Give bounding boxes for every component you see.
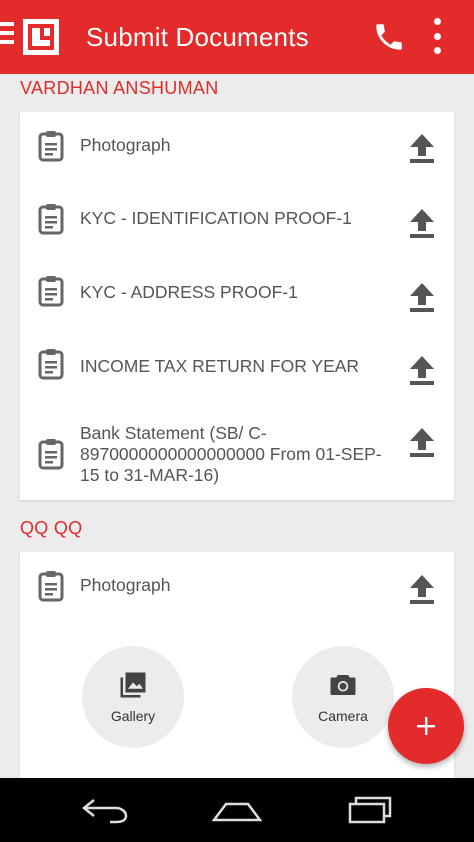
plus-icon bbox=[417, 717, 435, 735]
recents-icon[interactable] bbox=[344, 794, 394, 826]
document-label: INCOME TAX RETURN FOR YEAR bbox=[80, 356, 360, 376]
clipboard-icon bbox=[38, 204, 64, 235]
document-label: Bank Statement (SB/ C-897000000000000000… bbox=[80, 423, 382, 485]
clipboard-icon bbox=[38, 571, 64, 602]
upload-icon[interactable] bbox=[404, 571, 440, 607]
document-row[interactable]: KYC - ADDRESS PROOF-1 bbox=[20, 260, 454, 328]
upload-icon[interactable] bbox=[404, 205, 440, 241]
camera-icon bbox=[330, 675, 356, 695]
section-title-applicant-2: QQ QQ bbox=[20, 518, 83, 538]
documents-card-2: Photograph Gallery Camera bbox=[20, 552, 454, 792]
system-nav-bar bbox=[0, 778, 474, 842]
app-bar: Submit Documents bbox=[0, 0, 474, 74]
camera-label: Camera bbox=[318, 708, 368, 724]
camera-button[interactable]: Camera bbox=[292, 646, 394, 748]
add-fab-button[interactable] bbox=[388, 688, 464, 764]
upload-icon[interactable] bbox=[404, 352, 440, 388]
gallery-label: Gallery bbox=[110, 708, 156, 724]
document-row[interactable]: Photograph bbox=[20, 552, 454, 620]
documents-card-1: Photograph KYC - IDENTIFICATION PROOF-1 bbox=[20, 112, 454, 500]
clipboard-icon bbox=[38, 276, 64, 307]
gallery-icon bbox=[120, 672, 146, 698]
phone-icon[interactable] bbox=[372, 20, 406, 54]
upload-icon[interactable] bbox=[404, 130, 440, 166]
clipboard-icon bbox=[38, 131, 64, 162]
more-vert-icon[interactable] bbox=[428, 16, 446, 56]
document-label: Photograph bbox=[80, 575, 171, 595]
document-row[interactable]: KYC - IDENTIFICATION PROOF-1 bbox=[20, 186, 454, 254]
page-title: Submit Documents bbox=[86, 22, 309, 52]
section-title-applicant-1: VARDHAN ANSHUMAN bbox=[20, 78, 219, 98]
document-row[interactable]: INCOME TAX RETURN FOR YEAR bbox=[20, 334, 454, 402]
document-label: KYC - IDENTIFICATION PROOF-1 bbox=[80, 208, 352, 228]
document-row[interactable]: Photograph bbox=[20, 112, 454, 180]
document-label: KYC - ADDRESS PROOF-1 bbox=[80, 282, 298, 302]
app-logo bbox=[23, 19, 59, 55]
clipboard-icon bbox=[38, 439, 64, 470]
menu-icon[interactable] bbox=[0, 22, 14, 48]
document-row[interactable]: Bank Statement (SB/ C-897000000000000000… bbox=[20, 408, 454, 500]
gallery-button[interactable]: Gallery bbox=[82, 646, 184, 748]
clipboard-icon bbox=[38, 349, 64, 380]
upload-icon[interactable] bbox=[404, 424, 440, 460]
document-label: Photograph bbox=[80, 135, 171, 155]
home-icon[interactable] bbox=[212, 794, 262, 826]
upload-icon[interactable] bbox=[404, 279, 440, 315]
back-icon[interactable] bbox=[80, 794, 130, 826]
